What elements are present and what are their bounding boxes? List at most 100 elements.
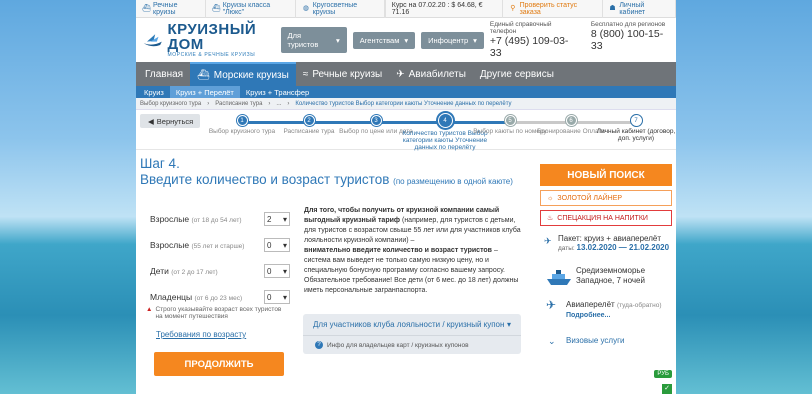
promo-drinks[interactable]: ♨ СПЕЦАКЦИЯ НА НАПИТКИ bbox=[540, 210, 672, 226]
children-select[interactable]: 0 ▾ bbox=[264, 264, 290, 278]
route-card: Средиземноморье Западное, 7 ночей bbox=[540, 266, 672, 296]
menu-agencies-label: Агентствам bbox=[359, 35, 400, 45]
more-link[interactable]: Подробнее... bbox=[566, 311, 672, 321]
step-heading: Шаг 4. Введите количество и возраст тури… bbox=[140, 156, 536, 190]
menu-infocenter-button[interactable]: Инфоцентр ▾ bbox=[421, 31, 484, 49]
nav-river-cruises-label: Речные круизы bbox=[312, 68, 383, 80]
topbar-lux-cruises-link[interactable]: ⛴ Круизы класса "Люкс" bbox=[206, 0, 297, 18]
logo[interactable]: КРУИЗНЫЙ ДОМ МОРСКИЕ & РЕЧНЫЕ КРУИЗЫ bbox=[142, 22, 275, 58]
warning-icon: ▲ bbox=[146, 306, 153, 313]
nav-sea-cruises[interactable]: ⛴ Морские круизы bbox=[190, 62, 296, 86]
chevron-down-icon: ▾ bbox=[335, 35, 340, 45]
continue-button[interactable]: ПРОДОЛЖИТЬ bbox=[154, 352, 284, 376]
background-sea-left bbox=[0, 0, 136, 394]
topbar-river-cruises-link[interactable]: ⛴ Речные круизы bbox=[136, 0, 206, 18]
check-icon[interactable]: ✓ bbox=[662, 384, 672, 394]
seniors-row: Взрослые (55 лет и старше) 0 ▾ bbox=[150, 232, 290, 258]
phone-free-label: Бесплатно для регионов bbox=[590, 21, 666, 28]
cabinet-label: Личный кабинет bbox=[619, 1, 646, 16]
currency-badge[interactable]: РУБ bbox=[654, 370, 672, 378]
step-note: (по размещению в одной каюте) bbox=[393, 177, 513, 186]
background-sea-right bbox=[676, 0, 812, 394]
breadcrumb-item[interactable]: Расписание тура bbox=[215, 101, 262, 107]
header: КРУИЗНЫЙ ДОМ МОРСКИЕ & РЕЧНЫЕ КРУИЗЫ Для… bbox=[136, 18, 676, 62]
currency-rate: Курс на 07.02.20 : $ 64.68, € 71.16 bbox=[384, 0, 504, 18]
back-button[interactable]: ◀ Вернуться bbox=[140, 114, 200, 128]
cabinet-link[interactable]: ☗ Личный кабинет bbox=[603, 0, 676, 18]
breadcrumb-separator: › bbox=[287, 100, 290, 107]
breadcrumb-item[interactable]: Выбор круизного тура bbox=[140, 101, 201, 107]
globe-icon: ◍ bbox=[302, 4, 309, 12]
loyalty-panel: Для участников клуба лояльности / круизн… bbox=[303, 314, 521, 354]
topbar-world-cruises-link[interactable]: ◍ Кругосветные круизы bbox=[296, 0, 385, 18]
nav-sea-cruises-label: Морские круизы bbox=[213, 69, 289, 81]
menu-infocenter-label: Инфоцентр bbox=[428, 35, 469, 45]
loyalty-info[interactable]: ? Инфо для владельцев карт / круизных куп… bbox=[303, 336, 521, 354]
phone-main: Единый справочный телефон +7 (495) 109-03… bbox=[490, 21, 575, 59]
loyalty-toggle[interactable]: Для участников клуба лояльности / круизн… bbox=[303, 314, 521, 336]
new-search-button[interactable]: НОВЫЙ ПОИСК bbox=[540, 164, 672, 186]
topbar-world-cruises-label: Кругосветные круизы bbox=[312, 1, 358, 16]
nav-river-cruises[interactable]: ≈ Речные круизы bbox=[296, 62, 389, 86]
infants-select[interactable]: 0 ▾ bbox=[264, 290, 290, 304]
breadcrumb-separator: › bbox=[207, 100, 210, 107]
ship-icon: ⛴ bbox=[142, 4, 151, 12]
breadcrumb: Выбор круизного тура › Расписание тура › .… bbox=[136, 98, 676, 110]
age-requirements-link[interactable]: Требования по возрасту bbox=[156, 330, 246, 339]
chevron-down-icon: ▾ bbox=[282, 266, 287, 276]
select-value: 0 bbox=[267, 240, 272, 250]
step-number: 3 bbox=[370, 115, 382, 126]
nav-flights-label: Авиабилеты bbox=[408, 68, 466, 80]
step-number: 4 bbox=[437, 113, 453, 128]
nav-other-services[interactable]: Другие сервисы bbox=[473, 62, 561, 86]
step-number: 7 bbox=[630, 115, 642, 126]
adults-select[interactable]: 2 ▾ bbox=[264, 212, 290, 226]
chevron-down-icon: ⌄ bbox=[548, 336, 556, 346]
field-label: Взрослые bbox=[150, 240, 190, 250]
promo-gold-liner[interactable]: ☼ ЗОЛОТОЙ ЛАЙНЕР bbox=[540, 190, 672, 206]
phone-free-value[interactable]: 8 (800) 100-15-33 bbox=[591, 28, 670, 52]
step-number: 6 bbox=[565, 115, 577, 126]
ship-icon: ⛴ bbox=[211, 4, 221, 12]
chevron-down-icon: ▾ bbox=[404, 35, 409, 45]
breadcrumb-item: ... bbox=[276, 100, 282, 107]
package-label: Пакет: круиз + авиаперелёт bbox=[558, 234, 662, 243]
menu-agencies-button[interactable]: Агентствам ▾ bbox=[352, 31, 416, 49]
cruise-ship-icon bbox=[547, 270, 571, 285]
plane-icon: ✈ bbox=[546, 298, 557, 312]
chevron-down-icon: ▾ bbox=[282, 292, 287, 302]
phone-main-value[interactable]: +7 (495) 109-03-33 bbox=[490, 35, 575, 59]
user-icon: ☗ bbox=[609, 4, 616, 12]
order-status-link[interactable]: ⚲ Проверить статус заказа bbox=[503, 0, 603, 18]
subnav-cruise-flight[interactable]: Круиз + Перелёт bbox=[169, 86, 240, 98]
menu-tourists-label: Для туристов bbox=[287, 31, 319, 49]
order-status-label: Проверить статус заказа bbox=[519, 1, 578, 16]
topbar-lux-cruises-label: Круизы класса "Люкс" bbox=[222, 1, 271, 16]
select-value: 2 bbox=[267, 214, 272, 224]
visa-services-link[interactable]: ⌄ Визовые услуги bbox=[540, 336, 672, 346]
subnav-cruise-transfer[interactable]: Круиз + Трансфер bbox=[240, 86, 315, 98]
flight-note: (туда-обратно) bbox=[616, 302, 662, 309]
promo-icon: ☼ bbox=[547, 194, 554, 202]
nav-home[interactable]: Главная bbox=[138, 62, 190, 86]
loyalty-info-label: Инфо для владельцев карт / круизных купо… bbox=[327, 341, 469, 349]
chevron-down-icon: ▾ bbox=[506, 320, 511, 329]
logo-title: КРУИЗНЫЙ ДОМ bbox=[167, 21, 257, 53]
sidebar: НОВЫЙ ПОИСК ☼ ЗОЛОТОЙ ЛАЙНЕР ♨ СПЕЦАКЦИЯ Н… bbox=[540, 164, 672, 346]
breadcrumb-current: Количество туристов Выбор категории кают… bbox=[295, 100, 512, 107]
field-hint: (от 2 до 17 лет) bbox=[171, 269, 218, 276]
step-heading-text: Введите количество и возраст туристов bbox=[140, 172, 390, 187]
nav-flights[interactable]: ✈ Авиабилеты bbox=[389, 62, 473, 86]
promo-label: СПЕЦАКЦИЯ НА НАПИТКИ bbox=[557, 214, 648, 222]
menu-tourists-button[interactable]: Для туристов ▾ bbox=[280, 27, 347, 53]
logo-ship-icon bbox=[143, 34, 162, 47]
flight-info: ✈ Авиаперелёт (туда-обратно) Подробнее..… bbox=[540, 298, 672, 324]
breadcrumb-separator: › bbox=[268, 100, 271, 107]
phones: Единый справочный телефон +7 (495) 109-03… bbox=[490, 21, 670, 59]
subnav-cruise[interactable]: Круиз bbox=[138, 86, 170, 98]
step-7: 7 Личный кабинет (договор, доп. услуги) bbox=[596, 115, 676, 142]
promo-label: ЗОЛОТОЙ ЛАЙНЕР bbox=[557, 194, 623, 202]
seniors-select[interactable]: 0 ▾ bbox=[264, 238, 290, 252]
main-nav: Главная ⛴ Морские круизы ≈ Речные круизы ✈… bbox=[136, 62, 676, 86]
package-dates: 13.02.2020 — 21.02.2020 bbox=[576, 243, 670, 252]
